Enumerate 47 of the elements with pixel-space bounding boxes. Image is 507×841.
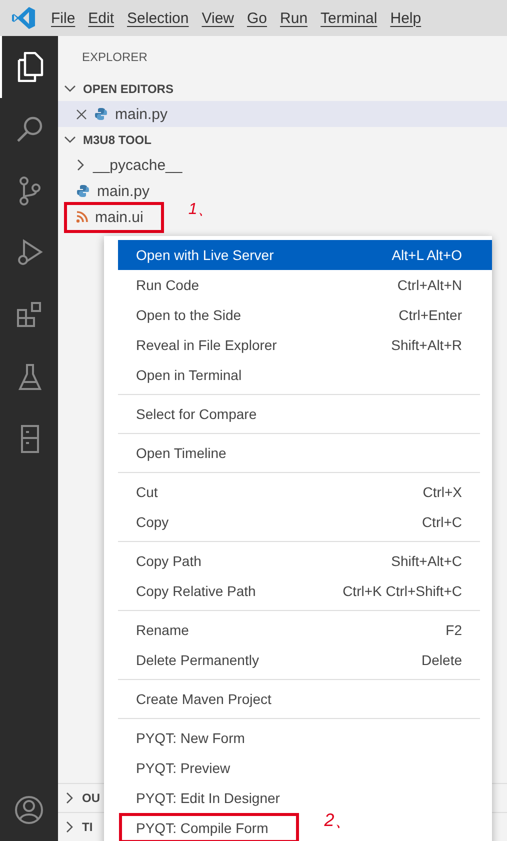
menu-item[interactable]: View: [202, 10, 234, 26]
python-file-icon: [76, 184, 90, 198]
chevron-down-icon: [64, 84, 76, 92]
file-tree-item[interactable]: __pycache__: [58, 152, 507, 178]
menu-item[interactable]: Help: [390, 10, 422, 26]
source-control-icon: [18, 176, 42, 206]
search-icon: [16, 115, 44, 143]
extensions-icon: [16, 301, 44, 329]
menu-item[interactable]: File: [51, 10, 76, 26]
chevron-down-icon: [64, 136, 76, 144]
section-header[interactable]: M3U8 TOOL: [58, 127, 507, 152]
chevron-right-icon: [76, 159, 86, 171]
run-debug-icon: [16, 239, 44, 267]
context-menu-item[interactable]: Reveal in File Explorer Shift+Alt+R: [118, 330, 492, 360]
account-icon[interactable]: [14, 795, 44, 825]
context-menu-item[interactable]: Open Timeline: [118, 438, 492, 468]
menu-item[interactable]: Go: [247, 10, 268, 26]
app-logo-icon: [12, 6, 36, 30]
context-menu-item[interactable]: Copy Path Shift+Alt+C: [118, 546, 492, 576]
close-icon[interactable]: [76, 108, 87, 120]
context-menu-item[interactable]: PYQT: New Form: [118, 723, 492, 753]
context-menu-item[interactable]: Cut Ctrl+X: [118, 477, 492, 507]
feed-icon: [76, 211, 88, 223]
context-menu-item[interactable]: Run Code Ctrl+Alt+N: [118, 270, 492, 300]
files-icon: [16, 52, 44, 82]
flask-icon: [18, 363, 42, 391]
section-header[interactable]: OPEN EDITORS: [58, 76, 507, 101]
context-menu-item[interactable]: Delete Permanently Delete: [118, 645, 492, 675]
context-menu-item[interactable]: Copy Relative Path Ctrl+K Ctrl+Shift+C: [118, 576, 492, 606]
menu-item[interactable]: Selection: [127, 10, 189, 26]
menu-item[interactable]: Edit: [88, 10, 114, 26]
context-menu-item[interactable]: Rename F2: [118, 615, 492, 645]
context-menu-item[interactable]: Open in Terminal: [118, 360, 492, 390]
menu-item[interactable]: Run: [280, 10, 308, 26]
context-menu-item[interactable]: Open to the Side Ctrl+Enter: [118, 300, 492, 330]
chevron-right-icon: [66, 821, 74, 833]
context-menu-item[interactable]: Create Maven Project: [118, 684, 492, 714]
file-tree-item[interactable]: main.py: [58, 101, 507, 127]
python-file-icon: [94, 107, 108, 121]
remote-explorer-icon: [20, 424, 40, 454]
context-menu-item[interactable]: Copy Ctrl+C: [118, 507, 492, 537]
menu-item[interactable]: Terminal: [320, 10, 378, 26]
chevron-right-icon: [66, 792, 74, 804]
context-menu-item[interactable]: Open with Live Server Alt+L Alt+O: [118, 240, 492, 270]
context-menu-item[interactable]: PYQT: Preview: [118, 753, 492, 783]
context-menu-item[interactable]: Select for Compare: [118, 399, 492, 429]
sidebar-title: EXPLORER: [81, 49, 148, 66]
